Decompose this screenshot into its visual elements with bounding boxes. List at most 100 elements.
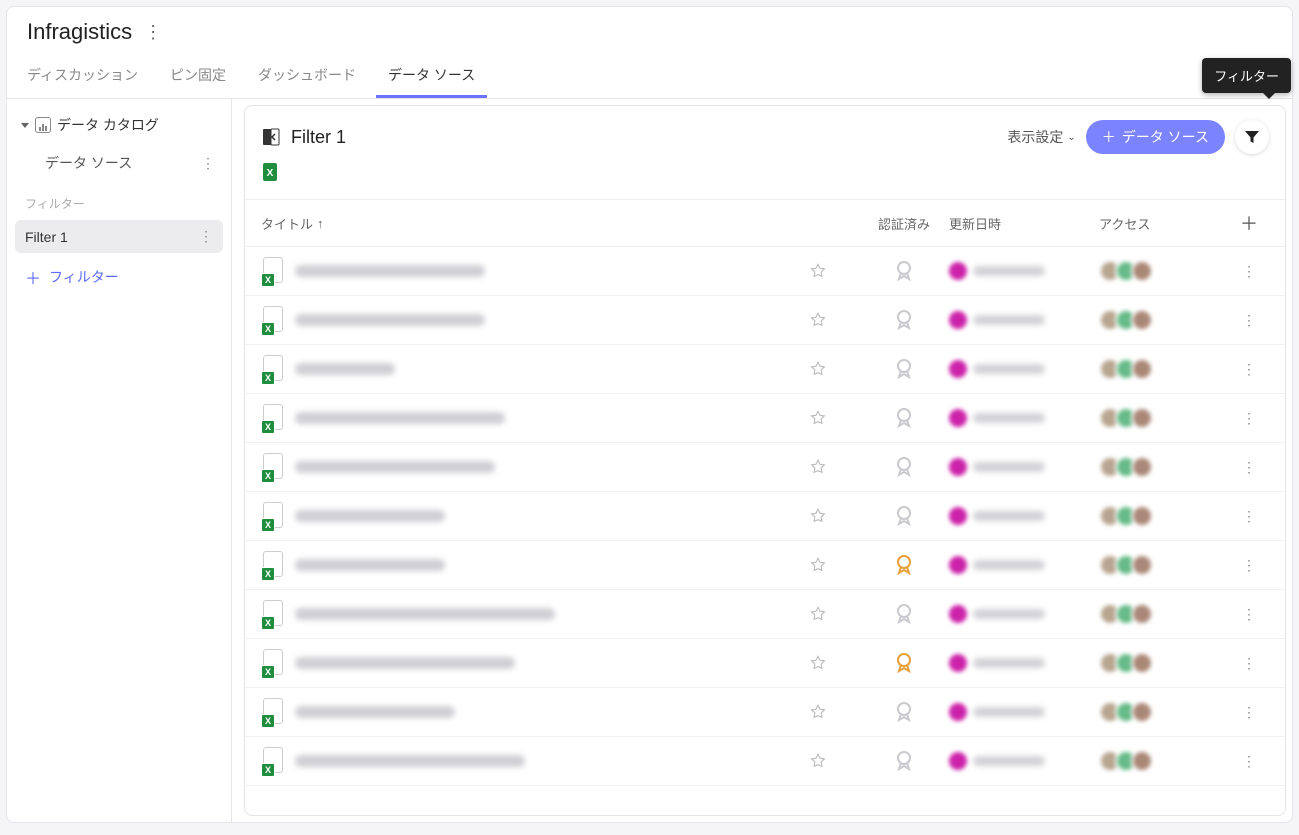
row-title-blurred: [295, 559, 445, 571]
certified-badge-icon: [859, 701, 949, 723]
tab-1[interactable]: ピン固定: [158, 55, 238, 98]
tab-0[interactable]: ディスカッション: [15, 55, 150, 98]
favorite-star-icon[interactable]: [809, 507, 859, 525]
sidebar: データ カタログ データ ソース ⋮ フィルター Filter 1 ⋮ ＋ フィル…: [7, 99, 232, 822]
excel-file-icon: X: [261, 551, 285, 579]
favorite-star-icon[interactable]: [809, 654, 859, 672]
table-row[interactable]: X⋮: [245, 737, 1285, 786]
row-updated-blurred: [949, 605, 1099, 623]
table-row[interactable]: X⋮: [245, 639, 1285, 688]
more-icon[interactable]: ⋮: [201, 155, 215, 172]
table-row[interactable]: X⋮: [245, 296, 1285, 345]
sidebar-add-filter-label: フィルター: [49, 267, 119, 287]
row-updated-blurred: [949, 752, 1099, 770]
row-more-icon[interactable]: ⋮: [1229, 557, 1269, 574]
table-row[interactable]: X⋮: [245, 688, 1285, 737]
favorite-star-icon[interactable]: [809, 458, 859, 476]
panel-collapse-icon[interactable]: [261, 127, 281, 147]
col-header-access[interactable]: アクセス: [1099, 214, 1229, 233]
row-title-blurred: [295, 265, 485, 277]
row-access-avatars: [1099, 407, 1229, 429]
row-more-icon[interactable]: ⋮: [1229, 410, 1269, 427]
svg-text:X: X: [267, 168, 274, 179]
excel-filter-chip[interactable]: X: [261, 162, 281, 184]
favorite-star-icon[interactable]: [809, 360, 859, 378]
row-access-avatars: [1099, 456, 1229, 478]
row-access-avatars: [1099, 505, 1229, 527]
row-title-blurred: [295, 412, 505, 424]
col-header-title[interactable]: タイトル ↑: [261, 214, 809, 233]
row-updated-blurred: [949, 311, 1099, 329]
table-row[interactable]: X⋮: [245, 247, 1285, 296]
row-updated-blurred: [949, 409, 1099, 427]
sidebar-filter-item[interactable]: Filter 1 ⋮: [15, 220, 223, 253]
row-access-avatars: [1099, 309, 1229, 331]
row-access-avatars: [1099, 603, 1229, 625]
table-row[interactable]: X⋮: [245, 443, 1285, 492]
row-updated-blurred: [949, 654, 1099, 672]
more-icon[interactable]: ⋮: [199, 228, 213, 245]
table-row[interactable]: X⋮: [245, 541, 1285, 590]
brand-title: Infragistics: [27, 19, 132, 45]
row-more-icon[interactable]: ⋮: [1229, 459, 1269, 476]
filter-button[interactable]: [1235, 120, 1269, 154]
chevron-down-icon: ⌄: [1067, 132, 1075, 143]
filter-tooltip: フィルター: [1202, 58, 1291, 93]
display-settings-label: 表示設定: [1007, 127, 1063, 147]
col-header-updated[interactable]: 更新日時: [949, 214, 1099, 233]
sidebar-item-datasources[interactable]: データ ソース ⋮: [15, 145, 223, 181]
row-more-icon[interactable]: ⋮: [1229, 361, 1269, 378]
row-more-icon[interactable]: ⋮: [1229, 704, 1269, 721]
row-more-icon[interactable]: ⋮: [1229, 508, 1269, 525]
col-header-certified[interactable]: 認証済み: [859, 214, 949, 233]
certified-badge-icon: [859, 358, 949, 380]
sidebar-datasource-label: データ ソース: [45, 153, 132, 173]
row-more-icon[interactable]: ⋮: [1229, 753, 1269, 770]
certified-badge-icon: [859, 407, 949, 429]
certified-badge-icon: [859, 603, 949, 625]
favorite-star-icon[interactable]: [809, 311, 859, 329]
excel-file-icon: X: [261, 306, 285, 334]
row-title-blurred: [295, 314, 485, 326]
brand-more-icon[interactable]: ⋮: [144, 22, 162, 43]
table-header: タイトル ↑ 認証済み 更新日時 アクセス ＋: [245, 200, 1285, 247]
display-settings-dropdown[interactable]: 表示設定 ⌄: [1007, 127, 1075, 147]
add-datasource-label: データ ソース: [1122, 127, 1209, 147]
row-updated-blurred: [949, 262, 1099, 280]
row-updated-blurred: [949, 703, 1099, 721]
excel-file-icon: X: [261, 698, 285, 726]
favorite-star-icon[interactable]: [809, 409, 859, 427]
tab-2[interactable]: ダッシュボード: [246, 55, 368, 98]
add-column-button[interactable]: ＋: [1229, 210, 1269, 236]
sidebar-catalog-header[interactable]: データ カタログ: [15, 109, 223, 141]
filter-chip-row: X: [245, 162, 1285, 200]
table-row[interactable]: X⋮: [245, 394, 1285, 443]
favorite-star-icon[interactable]: [809, 703, 859, 721]
row-access-avatars: [1099, 701, 1229, 723]
table-row[interactable]: X⋮: [245, 590, 1285, 639]
table-row[interactable]: X⋮: [245, 492, 1285, 541]
certified-badge-icon: [859, 505, 949, 527]
sidebar-catalog-label: データ カタログ: [57, 115, 159, 135]
row-more-icon[interactable]: ⋮: [1229, 312, 1269, 329]
row-more-icon[interactable]: ⋮: [1229, 655, 1269, 672]
row-more-icon[interactable]: ⋮: [1229, 606, 1269, 623]
sidebar-add-filter[interactable]: ＋ フィルター: [15, 257, 223, 297]
row-updated-blurred: [949, 458, 1099, 476]
table-row[interactable]: X⋮: [245, 345, 1285, 394]
favorite-star-icon[interactable]: [809, 556, 859, 574]
row-access-avatars: [1099, 260, 1229, 282]
favorite-star-icon[interactable]: [809, 605, 859, 623]
sidebar-filter-item-label: Filter 1: [25, 229, 68, 245]
add-datasource-button[interactable]: ＋ データ ソース: [1086, 120, 1225, 154]
favorite-star-icon[interactable]: [809, 262, 859, 280]
row-updated-blurred: [949, 507, 1099, 525]
row-title-blurred: [295, 608, 555, 620]
row-access-avatars: [1099, 358, 1229, 380]
row-more-icon[interactable]: ⋮: [1229, 263, 1269, 280]
favorite-star-icon[interactable]: [809, 752, 859, 770]
excel-file-icon: X: [261, 257, 285, 285]
row-title-blurred: [295, 510, 445, 522]
tab-3[interactable]: データ ソース: [376, 55, 487, 98]
excel-file-icon: X: [261, 453, 285, 481]
